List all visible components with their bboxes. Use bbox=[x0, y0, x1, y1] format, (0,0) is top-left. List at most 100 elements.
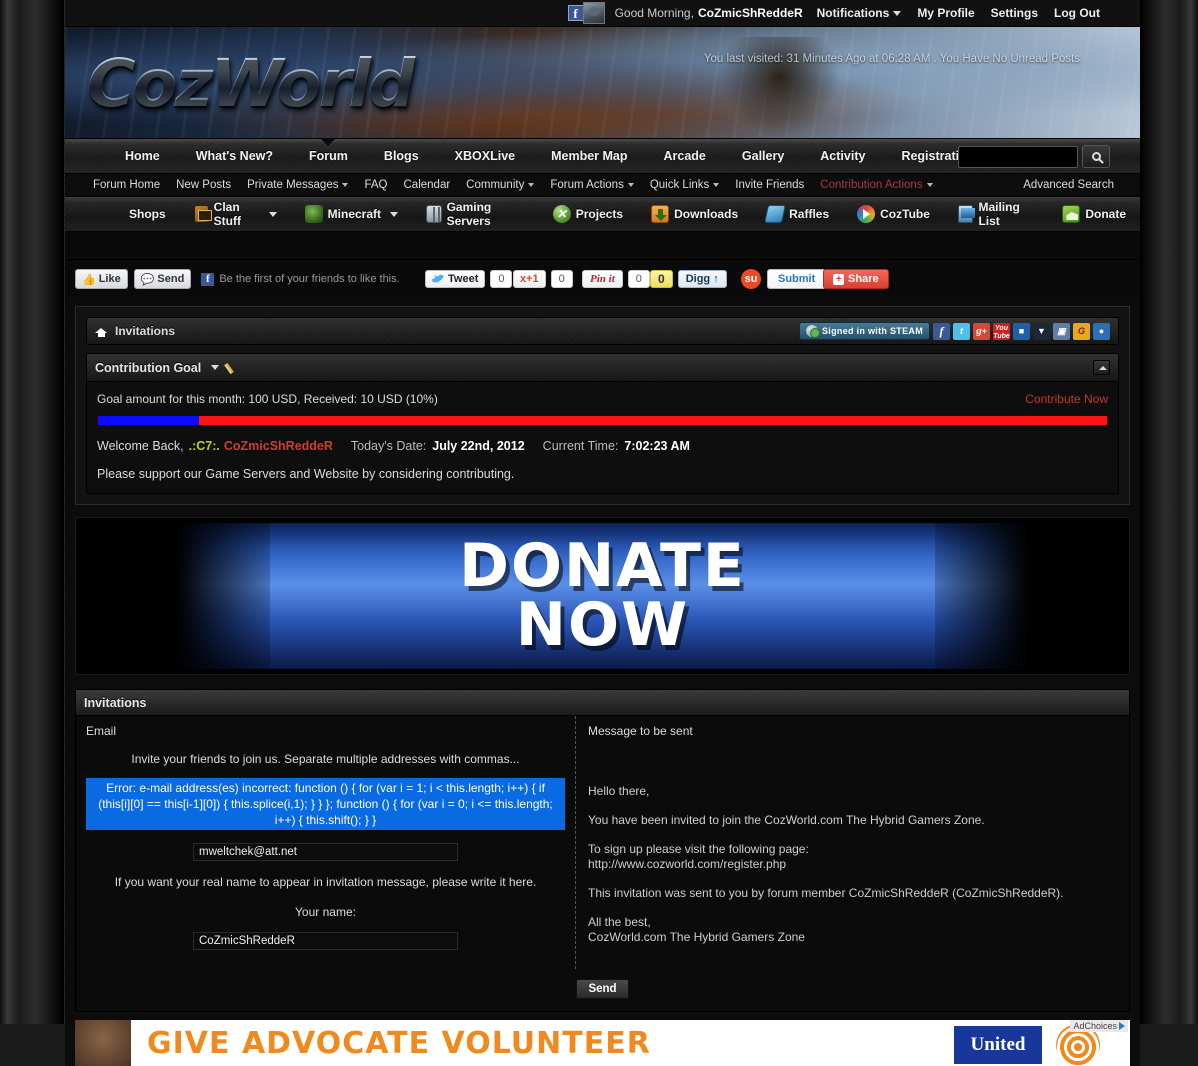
twitter-icon[interactable]: t bbox=[953, 322, 970, 340]
message-line: Hello there, bbox=[588, 784, 650, 798]
welcome-clan-tag: .:C7:. bbox=[188, 439, 220, 453]
youtube-icon[interactable]: You Tube bbox=[993, 322, 1010, 340]
gamerdna-icon[interactable]: G bbox=[1073, 322, 1090, 340]
nav-whats-new[interactable]: What's New? bbox=[178, 139, 291, 174]
support-message: Please support our Game Servers and Webs… bbox=[97, 467, 515, 481]
log-out-link[interactable]: Log Out bbox=[1054, 6, 1100, 20]
greeting-text: Good Morning, bbox=[614, 6, 694, 20]
shortcut-projects[interactable]: Projects bbox=[539, 205, 637, 223]
subnav-invite-friends[interactable]: Invite Friends bbox=[727, 179, 812, 191]
subnav-quick-links[interactable]: Quick Links bbox=[642, 179, 727, 191]
facebook-icon[interactable]: f bbox=[933, 322, 950, 340]
adchoices-badge[interactable]: AdChoices bbox=[1070, 1020, 1128, 1032]
shortcut-gaming-servers[interactable]: Gaming Servers bbox=[412, 200, 539, 228]
collapse-toggle[interactable] bbox=[1093, 360, 1110, 375]
nav-activity[interactable]: Activity bbox=[802, 139, 883, 174]
contribute-now-link[interactable]: Contribute Now bbox=[1025, 392, 1108, 406]
google-plus-icon[interactable]: g+ bbox=[973, 322, 990, 340]
steam-signed-in-badge[interactable]: Signed in with STEAM bbox=[799, 322, 930, 340]
contribution-goal-panel: Contribution Goal Goal amount for this m… bbox=[86, 353, 1119, 494]
ad-headline: GIVE ADVOCATE VOLUNTEER bbox=[147, 1025, 651, 1061]
twitter-share[interactable]: Tweet 0 bbox=[425, 270, 513, 288]
generic-share[interactable]: + Share bbox=[823, 269, 889, 289]
donate-banner[interactable]: DONATE NOW bbox=[75, 517, 1130, 675]
contribution-progress-bar bbox=[97, 415, 1108, 426]
site-logo[interactable]: CozWorld bbox=[87, 41, 707, 127]
last-visit-text: You last visited: 31 Minutes Ago at 06:2… bbox=[703, 53, 1080, 65]
windows-icon[interactable]: ■ bbox=[1013, 322, 1030, 340]
digg-share[interactable]: 0 Digg ↑ bbox=[650, 270, 727, 288]
nav-blogs[interactable]: Blogs bbox=[366, 139, 437, 174]
pinterest-share[interactable]: Pin it 0 bbox=[582, 270, 650, 288]
subnav-faq[interactable]: FAQ bbox=[356, 179, 395, 191]
tweet-button[interactable]: Tweet bbox=[425, 270, 486, 288]
subnav-contribution-actions[interactable]: Contribution Actions bbox=[812, 179, 940, 191]
share-button[interactable]: + Share bbox=[823, 269, 889, 289]
your-name-label: Your name: bbox=[295, 905, 356, 919]
google-plus-share[interactable]: x+1 0 bbox=[513, 270, 573, 288]
invitations-left-column: Email Invite your friends to join us. Se… bbox=[76, 716, 576, 969]
subnav-forum-home[interactable]: Forum Home bbox=[85, 179, 168, 191]
nav-gallery[interactable]: Gallery bbox=[724, 139, 802, 174]
banner-figure bbox=[720, 37, 840, 137]
edit-pencil-icon[interactable] bbox=[225, 361, 239, 375]
nav-forum[interactable]: Forum bbox=[291, 139, 366, 174]
nav-xboxlive[interactable]: XBOXLive bbox=[437, 139, 533, 174]
invitations-right-column: Message to be sent Hello there, You have … bbox=[576, 716, 1129, 969]
shortcut-donate[interactable]: Donate bbox=[1048, 205, 1140, 223]
subnav-community[interactable]: Community bbox=[458, 179, 542, 191]
steam-icon[interactable]: ▼ bbox=[1033, 322, 1050, 340]
submit-button[interactable]: Submit bbox=[767, 269, 827, 289]
gplus-button[interactable]: x+1 bbox=[513, 270, 546, 288]
message-preview: Hello there, You have been invited to joi… bbox=[588, 784, 1119, 945]
avatar[interactable] bbox=[582, 2, 605, 24]
projects-icon bbox=[552, 205, 571, 223]
settings-link[interactable]: Settings bbox=[991, 6, 1038, 20]
shortcut-raffles[interactable]: Raffles bbox=[752, 205, 843, 223]
subnav-forum-actions[interactable]: Forum Actions bbox=[542, 179, 642, 191]
nav-home[interactable]: Home bbox=[107, 139, 178, 174]
nav-member-map[interactable]: Member Map bbox=[533, 139, 645, 174]
shortcut-shops[interactable]: Shops bbox=[115, 207, 180, 221]
shortcut-mailing-list[interactable]: Mailing List bbox=[944, 200, 1048, 228]
nav-arcade[interactable]: Arcade bbox=[646, 139, 724, 174]
shortcut-clan-stuff[interactable]: Clan Stuff bbox=[180, 200, 291, 228]
subnav-new-posts[interactable]: New Posts bbox=[168, 179, 239, 191]
stumbleupon-share[interactable]: su Submit bbox=[741, 269, 827, 289]
contribution-progress-fill bbox=[98, 416, 199, 425]
donate-banner-image: DONATE NOW bbox=[175, 523, 1030, 669]
my-profile-link[interactable]: My Profile bbox=[917, 6, 974, 20]
name-field[interactable] bbox=[193, 932, 458, 950]
plus-icon: + bbox=[833, 273, 844, 285]
shortcut-downloads[interactable]: Downloads bbox=[637, 205, 752, 223]
chevron-down-icon[interactable] bbox=[211, 365, 220, 370]
chevron-down-icon bbox=[528, 182, 535, 187]
search-area bbox=[958, 145, 1110, 168]
twitter-bird-icon bbox=[432, 274, 444, 283]
advertisement[interactable]: GIVE ADVOCATE VOLUNTEER United AdChoices bbox=[75, 1020, 1130, 1066]
email-field[interactable] bbox=[193, 843, 458, 861]
pinit-button[interactable]: Pin it bbox=[582, 270, 623, 288]
facebook-icon: f bbox=[201, 272, 215, 286]
chevron-down-icon bbox=[342, 182, 349, 187]
message-line: All the best, CozWorld.com The Hybrid Gam… bbox=[588, 915, 805, 944]
ticket-icon bbox=[764, 205, 787, 223]
subnav-calendar[interactable]: Calendar bbox=[396, 179, 459, 191]
shortcut-minecraft[interactable]: Minecraft bbox=[291, 205, 412, 223]
message-line: You have been invited to join the CozWor… bbox=[588, 813, 985, 827]
digg-button[interactable]: Digg ↑ bbox=[677, 270, 727, 288]
facebook-like-text: f Be the first of your friends to like t… bbox=[201, 272, 400, 286]
spring-icon[interactable]: ▣ bbox=[1053, 322, 1070, 340]
subnav-private-messages[interactable]: Private Messages bbox=[239, 179, 356, 191]
advanced-search-link[interactable]: Advanced Search bbox=[1015, 179, 1122, 191]
shortcut-coztube[interactable]: CozTube bbox=[843, 205, 944, 223]
facebook-send-button[interactable]: 💬 Send bbox=[133, 269, 192, 289]
digg-count: 0 bbox=[650, 270, 673, 288]
facebook-like-button[interactable]: 👍 Like bbox=[75, 269, 128, 289]
send-button[interactable]: Send bbox=[576, 979, 629, 999]
search-button[interactable] bbox=[1082, 145, 1110, 168]
search-input[interactable] bbox=[958, 145, 1078, 168]
chevron-down-icon bbox=[713, 182, 720, 187]
notifications-link[interactable]: Notifications bbox=[817, 6, 902, 20]
misc-network-icon[interactable]: ● bbox=[1093, 322, 1110, 340]
